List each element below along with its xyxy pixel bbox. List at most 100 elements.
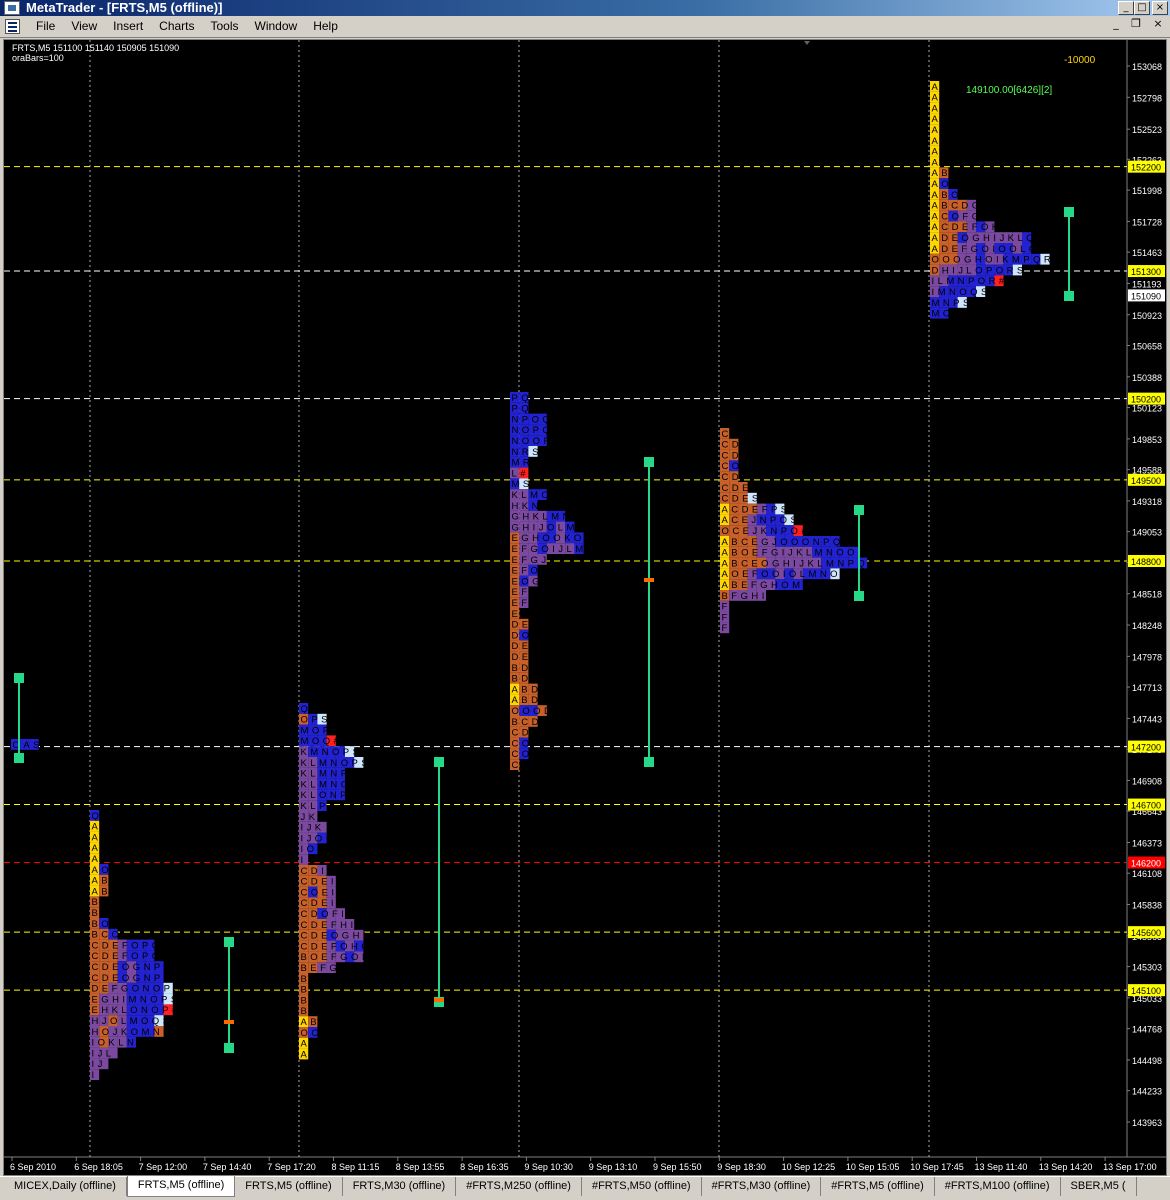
profile-row-letters: IJ bbox=[92, 1059, 106, 1070]
market-profile-chart[interactable]: 1530681527981525231522631519981517281514… bbox=[4, 40, 1166, 1175]
profile-row-letters: A bbox=[932, 157, 942, 168]
chart-window[interactable]: FRTS,M5 151100 151140 150905 151090 oraB… bbox=[3, 39, 1167, 1176]
price-tick-label: 145838 bbox=[1132, 901, 1162, 911]
price-tick-label: 144768 bbox=[1132, 1025, 1162, 1035]
profile-row-letters: IO bbox=[301, 844, 318, 855]
profile-row-letters: Q bbox=[92, 811, 103, 822]
menu-insert[interactable]: Insert bbox=[105, 16, 151, 38]
chart-tab[interactable]: FRTS,M5 (offline) bbox=[235, 1177, 343, 1196]
profile-row-letters: BD bbox=[512, 663, 532, 674]
price-tick-label: 150923 bbox=[1132, 311, 1162, 321]
price-tick-label: 143963 bbox=[1132, 1118, 1162, 1128]
profile-row-letters: ADEFGOIOOLO bbox=[932, 244, 1040, 255]
profile-row-letters: DO bbox=[512, 630, 533, 641]
profile-row-letters: NRS bbox=[512, 447, 542, 458]
profile-row-letters: OOOD bbox=[512, 706, 555, 717]
chart-shift-icon[interactable] bbox=[804, 41, 810, 45]
mdi-restore-icon[interactable]: ❐ bbox=[1128, 18, 1144, 32]
profile-row-letters: B bbox=[301, 974, 311, 985]
profile-row-letters: CDEI bbox=[301, 877, 338, 888]
price-tick-label: 150658 bbox=[1132, 342, 1162, 352]
profile-row-letters: BEFG bbox=[301, 963, 341, 974]
profile-row-letters: CDEFHI bbox=[301, 920, 357, 931]
price-tick-label: 152798 bbox=[1132, 93, 1162, 103]
price-tick-label: 149318 bbox=[1132, 497, 1162, 507]
chart-tab-bar: MICEX,Daily (offline) FRTS,M5 (offline) FR… bbox=[0, 1176, 1170, 1200]
profile-row-letters: MOQ# bbox=[301, 736, 343, 747]
time-tick-label: 7 Sep 12:00 bbox=[139, 1162, 188, 1172]
profile-row-letters: B bbox=[301, 1006, 311, 1017]
chart-tab[interactable]: #FRTS,M30 (offline) bbox=[702, 1177, 822, 1196]
profile-row-letters: BOEFGOI bbox=[301, 952, 368, 963]
profile-row-letters: CDEOGHI bbox=[301, 931, 370, 942]
profile-row-letters: Q bbox=[301, 704, 312, 715]
profile-row-letters: CDEFOHO bbox=[301, 941, 373, 952]
profile-row-letters: AO bbox=[92, 865, 113, 876]
profile-row-letters: EF bbox=[512, 587, 531, 598]
chart-tab[interactable]: FRTS,M5 (offline) bbox=[126, 1176, 236, 1197]
menu-charts[interactable]: Charts bbox=[151, 16, 202, 38]
profile-row-letters: EFO bbox=[512, 566, 542, 577]
profile-row-letters: EFGOIJLM bbox=[512, 544, 587, 555]
price-tick-label: 152523 bbox=[1132, 125, 1162, 135]
time-tick-label: 10 Sep 12:25 bbox=[782, 1162, 836, 1172]
menu-help[interactable]: Help bbox=[305, 16, 346, 38]
profile-row-letters: ACDEFPS bbox=[722, 504, 791, 515]
chart-tab[interactable]: SBER,M5 ( bbox=[1061, 1177, 1137, 1196]
chart-tab[interactable]: FRTS,M30 (offline) bbox=[343, 1177, 457, 1196]
menu-file[interactable]: File bbox=[28, 16, 63, 38]
profile-row-letters: CDEFOPQ bbox=[92, 940, 163, 951]
price-level-label: 151300 bbox=[1131, 267, 1161, 277]
price-tick-label: 145303 bbox=[1132, 963, 1162, 973]
range-bar-bottom bbox=[854, 591, 864, 601]
range-bar-top bbox=[644, 457, 654, 467]
chart-tab[interactable]: #FRTS,M50 (offline) bbox=[582, 1177, 702, 1196]
time-tick-label: 8 Sep 16:35 bbox=[460, 1162, 509, 1172]
profile-row-letters: B bbox=[92, 908, 102, 919]
profile-row-letters: L# bbox=[512, 468, 529, 479]
maximize-icon[interactable]: □ bbox=[1134, 1, 1150, 15]
profile-row-letters: DEFGONOPS bbox=[92, 984, 184, 995]
menu-tools[interactable]: Tools bbox=[203, 16, 247, 38]
menu-view[interactable]: View bbox=[63, 16, 105, 38]
close-icon[interactable]: × bbox=[1152, 1, 1168, 15]
profile-row-letters: EGHIMNOPS bbox=[92, 994, 181, 1005]
chart-tab[interactable]: MICEX,Daily (offline) bbox=[4, 1177, 127, 1196]
profile-row-letters: EFGJ bbox=[512, 555, 550, 566]
chart-tab[interactable]: #FRTS,M250 (offline) bbox=[456, 1177, 582, 1196]
document-icon[interactable] bbox=[5, 19, 20, 34]
close-marker bbox=[224, 1020, 234, 1024]
profile-row-letters: ABD bbox=[512, 684, 542, 695]
metatrader-window: MetaTrader - [FRTS,M5 (offline)] _ □ × F… bbox=[0, 0, 1170, 1200]
mdi-close-icon[interactable]: × bbox=[1150, 18, 1166, 32]
profile-row-letters: A bbox=[932, 93, 942, 104]
price-level-label: 147200 bbox=[1131, 743, 1161, 753]
profile-row-letters: ABD bbox=[512, 695, 542, 706]
price-tick-label: 151193 bbox=[1132, 279, 1161, 289]
profile-row-letters: DE bbox=[512, 652, 532, 663]
minimize-icon[interactable]: _ bbox=[1118, 1, 1134, 15]
price-tick-label: 151998 bbox=[1132, 186, 1162, 196]
range-bar-top bbox=[434, 757, 444, 767]
menu-window[interactable]: Window bbox=[247, 16, 306, 38]
price-tick-label: 153068 bbox=[1132, 62, 1162, 72]
profile-row-letters: GHIJOLM bbox=[512, 522, 578, 533]
range-bar-top bbox=[854, 505, 864, 515]
profile-row-letters: CDEOGNPQ bbox=[92, 973, 175, 984]
profile-row-letters: IMNOQS bbox=[932, 287, 991, 298]
price-tick-label: 151463 bbox=[1132, 248, 1162, 258]
chart-tab[interactable]: #FRTS,M100 (offline) bbox=[935, 1177, 1061, 1196]
profile-row-letters: ABCEGJOOONPQQ bbox=[722, 537, 855, 548]
profile-row-letters: CDEFOPQ bbox=[92, 951, 163, 962]
range-bar-bottom bbox=[1064, 291, 1074, 301]
time-tick-label: 7 Sep 14:40 bbox=[203, 1162, 252, 1172]
profile-row-letters: KLMNP bbox=[301, 769, 351, 780]
profile-row-letters: CDES bbox=[722, 494, 762, 505]
mdi-minimize-icon[interactable]: _ bbox=[1108, 18, 1124, 32]
profile-row-letters: CDI bbox=[301, 866, 328, 877]
price-tick-label: 151728 bbox=[1132, 217, 1162, 227]
profile-row-letters: ABCDG bbox=[932, 201, 983, 212]
chart-tab[interactable]: #FRTS,M5 (offline) bbox=[821, 1177, 935, 1196]
profile-row-letters: EGHOOKOO bbox=[512, 533, 596, 544]
profile-row-letters: CDEI bbox=[301, 898, 338, 909]
